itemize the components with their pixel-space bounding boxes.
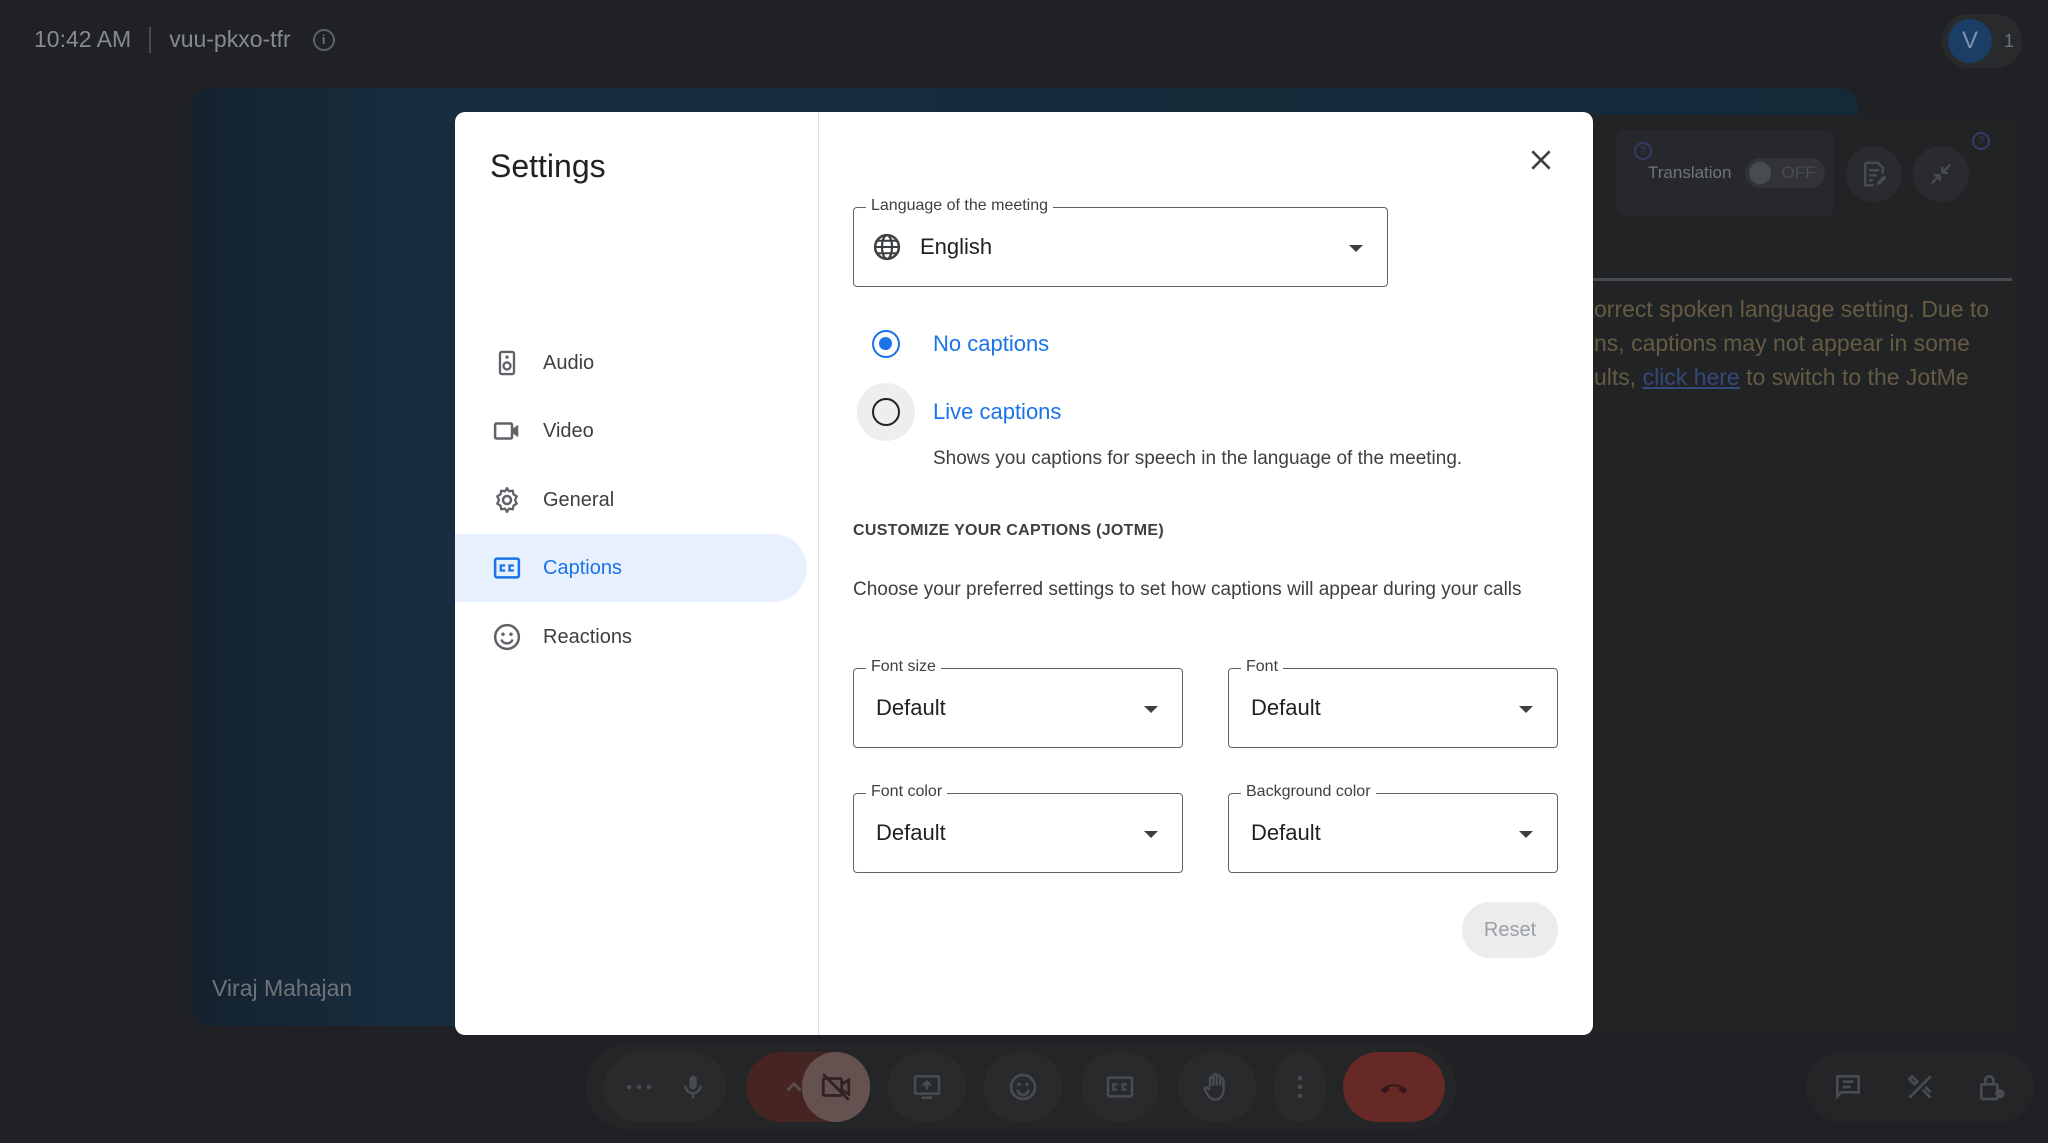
- smiley-icon: [491, 621, 523, 653]
- chevron-down-icon: [1144, 706, 1158, 713]
- radio-halo: [857, 315, 915, 373]
- dialog-title: Settings: [490, 148, 606, 184]
- language-select[interactable]: Language of the meeting English: [853, 197, 1388, 287]
- close-button[interactable]: [1521, 140, 1561, 180]
- live-captions-description: Shows you captions for speech in the lan…: [933, 448, 1463, 469]
- nav-item-label: Audio: [543, 351, 595, 374]
- field-legend: Font: [1241, 658, 1284, 676]
- close-icon: [1531, 150, 1551, 170]
- speaker-icon: [491, 347, 523, 379]
- radio-button[interactable]: [872, 398, 900, 426]
- font-size-select[interactable]: Font size Default: [853, 658, 1183, 748]
- radio-no-captions[interactable]: No captions: [857, 315, 1049, 373]
- nav-item-general[interactable]: General: [455, 466, 807, 534]
- nav-item-captions[interactable]: Captions: [455, 534, 807, 602]
- radio-halo: [857, 383, 915, 441]
- field-legend: Font color: [866, 783, 948, 801]
- settings-dialog: Settings Audio Video General Captions Re…: [455, 112, 1593, 1035]
- font-select[interactable]: Font Default: [1228, 658, 1558, 748]
- nav-item-label: Captions: [543, 556, 622, 579]
- radio-label: No captions: [933, 331, 1050, 356]
- settings-nav: Settings Audio Video General Captions Re…: [455, 112, 819, 1035]
- closed-captions-icon: [491, 552, 523, 584]
- select-value: Default: [876, 695, 946, 720]
- customize-description: Choose your preferred settings to set ho…: [853, 579, 1522, 600]
- field-legend: Font size: [866, 658, 941, 676]
- nav-item-reactions[interactable]: Reactions: [455, 603, 807, 671]
- chevron-down-icon: [1519, 831, 1533, 838]
- chevron-down-icon: [1519, 706, 1533, 713]
- nav-item-label: Reactions: [543, 625, 632, 648]
- nav-item-audio[interactable]: Audio: [455, 329, 807, 397]
- chevron-down-icon: [1349, 245, 1363, 252]
- font-color-select[interactable]: Font color Default: [853, 783, 1183, 873]
- select-value: Default: [1251, 820, 1321, 845]
- nav-item-video[interactable]: Video: [455, 397, 807, 465]
- nav-item-label: Video: [543, 419, 594, 442]
- radio-label: Live captions: [933, 399, 1062, 424]
- nav-item-label: General: [543, 488, 615, 511]
- radio-live-captions[interactable]: Live captions: [857, 383, 1061, 441]
- reset-button[interactable]: Reset: [1462, 902, 1558, 958]
- language-value: English: [920, 234, 993, 259]
- field-legend: Language of the meeting: [866, 197, 1054, 215]
- background-color-select[interactable]: Background color Default: [1228, 783, 1558, 873]
- customize-heading: CUSTOMIZE YOUR CAPTIONS (JOTME): [853, 522, 1164, 539]
- globe-icon: [873, 233, 901, 261]
- field-legend: Background color: [1241, 783, 1376, 801]
- video-camera-icon: [491, 415, 523, 447]
- select-value: Default: [1251, 695, 1321, 720]
- gear-icon: [491, 484, 523, 516]
- chevron-down-icon: [1144, 831, 1158, 838]
- radio-button[interactable]: [872, 330, 900, 358]
- select-value: Default: [876, 820, 946, 845]
